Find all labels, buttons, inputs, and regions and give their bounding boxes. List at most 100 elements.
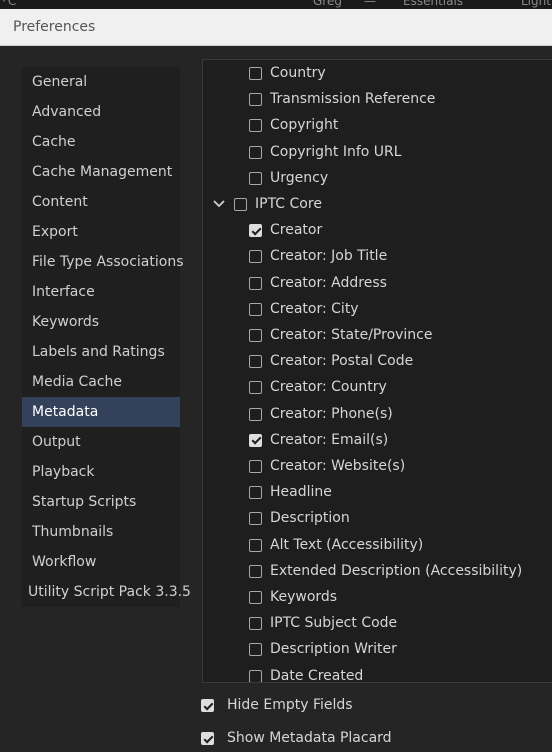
field-label: Creator: State/Province: [270, 327, 433, 343]
metadata-fields-list[interactable]: Country Transmission Reference Copyright Co…: [202, 59, 552, 683]
field-row-creator-state-province[interactable]: Creator: State/Province: [203, 322, 552, 348]
workspace-light[interactable]: Light: [521, 0, 551, 8]
sidebar-item-keywords[interactable]: Keywords: [22, 307, 180, 337]
hide-empty-fields-option[interactable]: Hide Empty Fields: [0, 692, 360, 718]
field-row-description-writer[interactable]: Description Writer: [203, 636, 552, 662]
field-label: Creator: Country: [270, 379, 387, 396]
checkbox-icon[interactable]: [249, 591, 262, 604]
checkbox-icon[interactable]: [249, 538, 262, 552]
sidebar-item-playback[interactable]: Playback: [22, 457, 180, 487]
checkbox-icon[interactable]: [249, 643, 262, 657]
field-label: Creator: Email(s): [270, 431, 389, 448]
chevron-down-icon[interactable]: [212, 191, 226, 217]
dialog-title: Preferences: [13, 19, 96, 35]
app-top-bar: ·C Greg — Essentials Light: [0, 0, 552, 9]
field-label: Copyright Info URL: [270, 143, 402, 160]
checkbox-icon[interactable]: [249, 302, 262, 316]
sidebar-item-output[interactable]: Output: [22, 427, 180, 457]
field-label: Copyright: [270, 117, 339, 134]
checkbox-icon[interactable]: [234, 198, 247, 211]
field-row-creator-postal-code[interactable]: Creator: Postal Code: [203, 348, 552, 374]
checkbox-icon[interactable]: [249, 145, 262, 159]
hide-empty-fields-label: Hide Empty Fields: [227, 697, 353, 713]
field-row-extended-description-accessibility[interactable]: Extended Description (Accessibility): [203, 558, 552, 584]
checkbox-icon[interactable]: [249, 407, 262, 421]
sidebar-item-thumbnails[interactable]: Thumbnails: [22, 517, 180, 547]
field-row-creator-website-s[interactable]: Creator: Website(s): [203, 453, 552, 479]
checkbox-icon[interactable]: [249, 669, 262, 682]
field-label: Alt Text (Accessibility): [270, 536, 424, 553]
sidebar-item-export[interactable]: Export: [22, 217, 180, 247]
field-row-creator-job-title[interactable]: Creator: Job Title: [203, 243, 552, 269]
checkbox-icon[interactable]: [249, 93, 262, 107]
checkbox-icon[interactable]: [249, 67, 262, 80]
field-row-country[interactable]: Country: [203, 60, 552, 86]
field-label: Keywords: [270, 589, 338, 605]
sidebar-item-labels-and-ratings[interactable]: Labels and Ratings: [22, 337, 180, 367]
sidebar-item-startup-scripts[interactable]: Startup Scripts: [22, 487, 180, 517]
field-row-creator-address[interactable]: Creator: Address: [203, 270, 552, 296]
workspace-separator: —: [364, 0, 376, 8]
field-label: Creator: Postal Code: [270, 353, 414, 370]
checkbox-icon[interactable]: [249, 276, 262, 290]
preferences-dialog: General Advanced Cache Cache Management …: [0, 46, 552, 752]
checkbox-icon[interactable]: [249, 460, 262, 473]
field-row-date-created[interactable]: Date Created: [203, 663, 552, 683]
hide-empty-fields-checkbox[interactable]: [201, 699, 214, 712]
app-logo: ·C: [2, 0, 19, 8]
checkbox-icon[interactable]: [249, 224, 262, 238]
field-label: Headline: [270, 484, 332, 501]
checkbox-icon[interactable]: [249, 329, 262, 342]
checkbox-icon[interactable]: [249, 512, 262, 526]
field-label: Creator: Job Title: [270, 248, 388, 265]
field-row-iptc-subject-code[interactable]: IPTC Subject Code: [203, 610, 552, 636]
field-label: Description: [270, 510, 350, 527]
sidebar-item-cache-management[interactable]: Cache Management: [22, 157, 180, 187]
sidebar-item-cache[interactable]: Cache: [22, 127, 180, 157]
field-row-description[interactable]: Description: [203, 505, 552, 531]
sidebar-item-interface[interactable]: Interface: [22, 277, 180, 307]
checkbox-icon[interactable]: [249, 486, 262, 500]
checkbox-icon[interactable]: [249, 250, 262, 264]
field-row-creator[interactable]: Creator: [203, 217, 552, 243]
field-label: IPTC Subject Code: [270, 615, 398, 632]
checkbox-icon[interactable]: [249, 617, 262, 631]
field-row-creator-country[interactable]: Creator: Country: [203, 374, 552, 400]
field-row-creator-email-s[interactable]: Creator: Email(s): [203, 427, 552, 453]
field-label: IPTC Core: [255, 196, 322, 212]
field-row-keywords[interactable]: Keywords: [203, 584, 552, 610]
checkbox-icon[interactable]: [249, 381, 262, 395]
checkbox-icon[interactable]: [249, 564, 262, 578]
workspace-essentials[interactable]: Essentials: [403, 0, 463, 8]
field-row-creator-phone-s[interactable]: Creator: Phone(s): [203, 401, 552, 427]
field-row-alt-text-accessibility[interactable]: Alt Text (Accessibility): [203, 532, 552, 558]
sidebar-item-utility-script-pack[interactable]: Utility Script Pack 3.3.5: [22, 577, 191, 607]
sidebar-item-media-cache[interactable]: Media Cache: [22, 367, 180, 397]
dialog-title-bar: Preferences: [0, 9, 552, 46]
checkbox-icon[interactable]: [249, 119, 262, 133]
field-row-copyright[interactable]: Copyright: [203, 112, 552, 138]
sidebar-item-advanced[interactable]: Advanced: [22, 97, 180, 127]
checkbox-icon[interactable]: [249, 171, 262, 185]
sidebar-item-file-type-associations[interactable]: File Type Associations: [22, 247, 184, 277]
field-row-urgency[interactable]: Urgency: [203, 165, 552, 191]
sidebar-item-content[interactable]: Content: [22, 187, 180, 217]
field-row-headline[interactable]: Headline: [203, 479, 552, 505]
field-row-copyright-info-url[interactable]: Copyright Info URL: [203, 139, 552, 165]
user-name[interactable]: Greg: [313, 0, 342, 8]
field-row-iptc-core[interactable]: IPTC Core: [203, 191, 552, 217]
checkbox-icon[interactable]: [249, 355, 262, 369]
field-row-transmission-reference[interactable]: Transmission Reference: [203, 86, 552, 112]
sidebar-item-general[interactable]: General: [22, 67, 180, 97]
show-metadata-placard-option[interactable]: Show Metadata Placard: [0, 725, 392, 751]
field-label: Date Created: [270, 667, 364, 683]
field-label: Creator: Website(s): [270, 458, 406, 474]
sidebar-item-workflow[interactable]: Workflow: [22, 547, 180, 577]
preferences-sidebar: General Advanced Cache Cache Management …: [22, 67, 191, 607]
field-row-creator-city[interactable]: Creator: City: [203, 296, 552, 322]
show-metadata-placard-checkbox[interactable]: [201, 732, 214, 745]
sidebar-item-metadata[interactable]: Metadata: [22, 397, 180, 427]
checkbox-icon[interactable]: [249, 433, 262, 447]
field-label: Creator: Address: [270, 274, 387, 291]
field-label: Description Writer: [270, 641, 397, 658]
